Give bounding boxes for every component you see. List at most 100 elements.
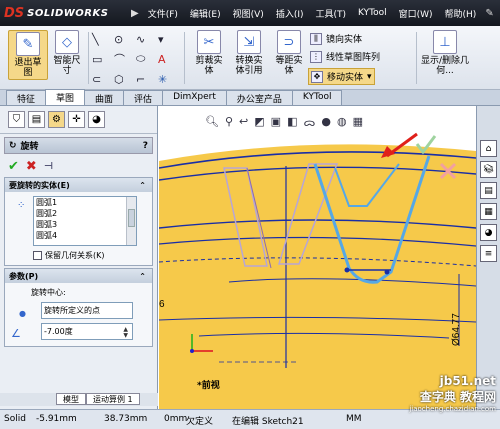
pushpin-icon[interactable]: ⊣ (44, 161, 53, 172)
spinner-icon[interactable]: ▲ ▼ (123, 327, 128, 339)
left-dimension[interactable]: 6 (159, 299, 165, 310)
keep-relations-checkbox[interactable]: 保留几何关系(K) (5, 248, 152, 265)
configuration-icon[interactable]: ⚙ (48, 111, 65, 128)
listbox-scrollbar[interactable] (126, 197, 136, 245)
pm-title-text: 旋转 (20, 142, 39, 152)
tab-dimxpert[interactable]: DimXpert (162, 90, 227, 105)
custom-properties-icon[interactable]: ≡ (480, 245, 497, 262)
offset-entities-button[interactable]: ⊃ 等距实体 (272, 30, 306, 76)
previous-view-icon[interactable]: ↩ (239, 115, 248, 130)
checkbox-box[interactable] (33, 251, 42, 260)
exit-sketch-button[interactable]: ✎ 退出草图 (8, 30, 48, 80)
menu-window[interactable]: 窗口(W) (393, 7, 439, 20)
list-item[interactable]: 圆弧2 (34, 208, 136, 219)
status-units[interactable]: MM (346, 414, 362, 424)
params-group-header[interactable]: 参数(P) ⌃ (5, 269, 152, 283)
angle-field[interactable]: -7.00度 ▲ ▼ (41, 323, 133, 340)
arc-icon[interactable]: ⌒ (114, 51, 136, 67)
feature-tree-icon[interactable]: ⛉ (8, 111, 25, 128)
move-entities-button[interactable]: ✥ 移动实体 ▾ (308, 68, 375, 85)
dropdown-icon[interactable]: ▾ (158, 31, 180, 47)
line-icon[interactable]: ╲ (92, 31, 114, 47)
view-orientation-icon[interactable]: ▣ (271, 115, 281, 130)
property-manager-icon[interactable]: ▤ (28, 111, 45, 128)
text-icon[interactable]: A (158, 51, 180, 67)
menu-file[interactable]: 文件(F) (142, 7, 184, 20)
ok-icon[interactable]: ✔ (8, 159, 19, 174)
view-palette-icon[interactable]: ▦ (480, 203, 497, 220)
tab-sketch[interactable]: 草图 (45, 89, 86, 105)
menu-tools[interactable]: 工具(T) (310, 7, 353, 20)
endpoint-icon[interactable] (344, 267, 350, 273)
display-manager-icon[interactable]: ◕ (88, 111, 105, 128)
menu-arrow-icon[interactable]: ▶ (128, 8, 142, 19)
collapse-icon[interactable]: ⌃ (139, 272, 146, 281)
chevron-down-icon[interactable]: ▾ (367, 72, 372, 82)
cancel-icon[interactable]: ✖ (26, 159, 37, 174)
menu-kytool[interactable]: KYTool (352, 8, 393, 18)
scroll-thumb[interactable] (128, 209, 135, 227)
ellipse-icon[interactable]: ⬭ (136, 51, 158, 67)
design-library-icon[interactable]: 📚︎ (480, 161, 497, 178)
tab-motion-study[interactable]: 运动算例 1 (86, 393, 140, 405)
appearances-icon[interactable]: ◕ (480, 224, 497, 241)
circle-icon[interactable]: ⊙ (114, 31, 136, 47)
fillet-icon[interactable]: ⌐ (136, 71, 158, 87)
slot-icon[interactable]: ⊂ (92, 71, 114, 87)
appearance-icon[interactable]: ● (321, 115, 331, 130)
diameter-dimension[interactable]: Ø64.77 (451, 313, 462, 346)
smart-dimension-button[interactable]: ◇ 智能尺寸 (50, 30, 84, 76)
collapse-icon[interactable]: ⌃ (139, 181, 146, 190)
linear-pattern-button[interactable]: ⋮ 线性草图阵列 (310, 50, 380, 63)
linear-pattern-icon: ⋮ (310, 50, 322, 63)
mirror-entities-button[interactable]: ⫼ 镜向实体 (310, 32, 362, 45)
sketch-canvas[interactable] (159, 106, 476, 409)
menu-help[interactable]: 帮助(H) (439, 7, 483, 20)
file-explorer-icon[interactable]: ▤ (480, 182, 497, 199)
tab-kytool[interactable]: KYTool (291, 90, 343, 105)
graphics-area[interactable]: 🔍︎ ⚲ ↩ ◩ ▣ ◧ ᯅ ● ◍ ▦ *前视 Ø64.77 6 (159, 106, 476, 409)
tab-surfaces[interactable]: 曲面 (84, 90, 125, 105)
view-settings-icon[interactable]: ▦ (353, 115, 363, 130)
pm-header: ↻ 旋转 ? (4, 137, 153, 154)
solidworks-logo[interactable]: DS SOLIDWORKS (4, 6, 108, 21)
menu-insert[interactable]: 插入(I) (270, 7, 310, 20)
pin-icon[interactable]: ✎ (482, 8, 496, 19)
entities-group-header[interactable]: 要旋转的实体(E) ⌃ (5, 178, 152, 192)
tab-features[interactable]: 特征 (6, 90, 47, 105)
point-icon[interactable]: ✳ (158, 71, 180, 87)
zoom-area-icon[interactable]: ⚲ (225, 115, 233, 130)
watermark-sub: jiaocheng.chazidian.com (409, 405, 496, 413)
rectangle-icon[interactable]: ▭ (92, 51, 114, 67)
tab-model[interactable]: 模型 (56, 393, 86, 405)
list-item[interactable]: 圆弧3 (34, 219, 136, 230)
list-item[interactable]: 圆弧4 (34, 230, 136, 241)
tab-office[interactable]: 办公室产品 (225, 90, 293, 105)
menu-view[interactable]: 视图(V) (227, 7, 270, 20)
trim-entities-button[interactable]: ✂ 剪裁实体 (192, 30, 226, 76)
help-icon[interactable]: ? (143, 141, 148, 151)
list-item[interactable]: 圆弧1 (34, 197, 136, 208)
hide-show-icon[interactable]: ᯅ (303, 115, 315, 130)
section-view-icon[interactable]: ◩ (254, 115, 264, 130)
display-delete-relations-button[interactable]: ⊥ 显示/删除几何... (420, 30, 470, 76)
dimxpert-icon[interactable]: ✛ (68, 111, 85, 128)
spline-icon[interactable]: ∿ (136, 31, 158, 47)
center-row: ● 旋转所定义的点 (5, 302, 152, 319)
resources-icon[interactable]: ⌂ (480, 140, 497, 157)
offset-icon: ⊃ (277, 30, 301, 54)
menu-edit[interactable]: 编辑(E) (184, 7, 227, 20)
ok-cancel-row: ✔ ✖ ⊣ (0, 157, 157, 175)
bottom-tabs: 模型 运动算例 1 (0, 393, 158, 406)
rotation-center-field[interactable]: 旋转所定义的点 (41, 302, 133, 319)
angle-row: ∠ -7.00度 ▲ ▼ (5, 323, 152, 340)
entities-listbox[interactable]: 圆弧1 圆弧2 圆弧3 圆弧4 (33, 196, 137, 246)
convert-entities-button[interactable]: ⇲ 转换实体引用 (232, 30, 266, 76)
entities-select-area: ⁘ 圆弧1 圆弧2 圆弧3 圆弧4 (5, 196, 152, 246)
endpoint-icon[interactable] (384, 269, 390, 275)
tab-evaluate[interactable]: 评估 (123, 90, 164, 105)
zoom-fit-icon[interactable]: 🔍︎ (205, 115, 219, 130)
display-style-icon[interactable]: ◧ (287, 115, 297, 130)
scene-icon[interactable]: ◍ (337, 115, 347, 130)
polygon-icon[interactable]: ⬡ (114, 71, 136, 87)
